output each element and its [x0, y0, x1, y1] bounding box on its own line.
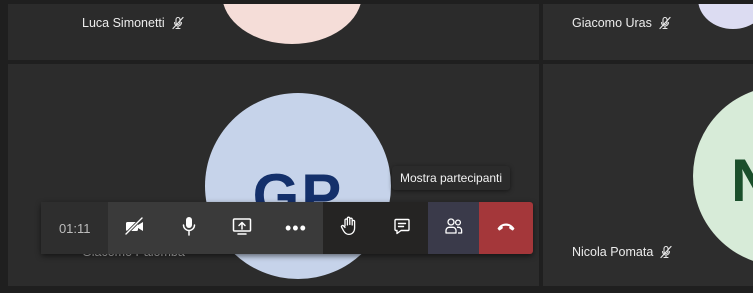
participant-tile-nicola-pomata: N Nicola Pomata: [543, 64, 753, 286]
microphone-toggle-button[interactable]: [162, 202, 216, 254]
hang-up-button[interactable]: [479, 202, 533, 254]
participant-name-label: Nicola Pomata: [572, 245, 673, 259]
participant-name: Giacomo Uras: [572, 16, 652, 30]
chat-button[interactable]: [376, 202, 428, 254]
participant-tile-giacomo-uras: Giacomo Uras: [543, 4, 753, 60]
avatar-initials: N: [731, 146, 753, 214]
call-timer: 01:11: [41, 202, 109, 254]
mic-muted-icon: [171, 16, 185, 30]
more-options-icon: •••: [284, 217, 307, 238]
avatar: [698, 4, 753, 29]
participants-icon: [444, 216, 464, 241]
meeting-stage: Luca Simonetti Giacomo Uras GP Giacomo P…: [0, 0, 753, 293]
camera-off-icon: [124, 216, 146, 240]
raise-hand-icon: [340, 216, 358, 241]
avatar: [222, 4, 362, 44]
tooltip: Mostra partecipanti: [392, 166, 511, 190]
raise-hand-button[interactable]: [322, 202, 377, 254]
mic-muted-icon: [659, 245, 673, 259]
show-participants-button[interactable]: [427, 202, 480, 254]
chat-icon: [393, 217, 411, 240]
camera-toggle-button[interactable]: [108, 202, 163, 254]
avatar: N: [693, 86, 753, 266]
hang-up-icon: [495, 219, 517, 237]
more-actions-button[interactable]: •••: [269, 202, 323, 254]
share-screen-button[interactable]: [215, 202, 270, 254]
participant-name-label: Luca Simonetti: [82, 16, 185, 30]
participant-name: Nicola Pomata: [572, 245, 654, 259]
participant-tile-luca-simonetti: Luca Simonetti: [8, 4, 539, 60]
participant-name-label: Giacomo Uras: [572, 16, 672, 30]
microphone-icon: [182, 216, 196, 241]
share-screen-icon: [232, 217, 252, 240]
participant-name: Luca Simonetti: [82, 16, 165, 30]
mic-muted-icon: [658, 16, 672, 30]
meeting-controls-toolbar: 01:11 •••: [41, 202, 533, 254]
